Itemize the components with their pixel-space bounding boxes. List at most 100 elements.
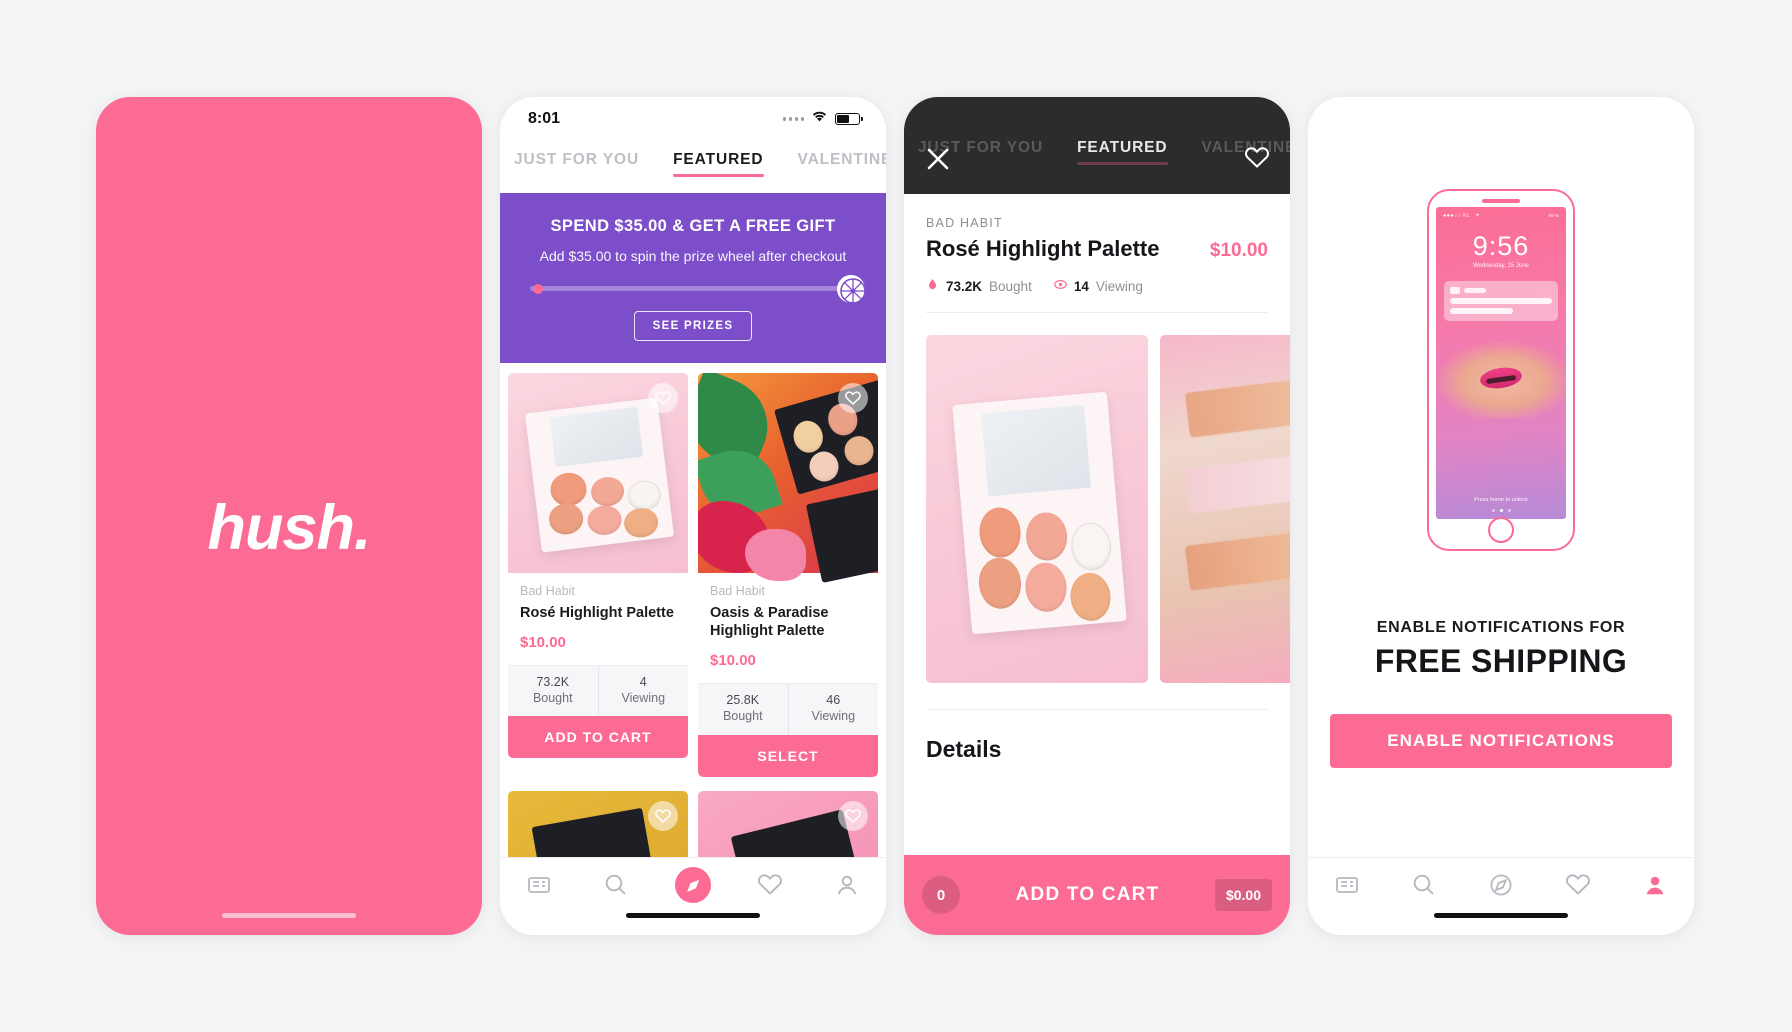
viewing-stat: 14 Viewing	[1053, 278, 1143, 294]
product-stats: 25.8K Bought 46 Viewing	[698, 683, 878, 735]
gallery-image-swatches[interactable]: p ch shin chan	[1160, 335, 1290, 683]
wifi-icon	[1474, 212, 1481, 219]
nav-item-discover[interactable]	[654, 867, 731, 903]
detail-dimmed-header: JUST FOR YOU FEATURED VALENTINE'S DAY	[904, 97, 1290, 194]
wifi-icon	[811, 110, 828, 128]
favorite-heart-icon[interactable]	[838, 383, 868, 413]
product-image-oasis-palette	[698, 373, 878, 583]
mockup-time: 9:56	[1472, 231, 1530, 261]
mockup-home-button	[1488, 517, 1514, 543]
mockup-page-dots	[1436, 509, 1566, 512]
promo-progress-bar	[530, 274, 866, 304]
add-to-cart-button[interactable]: ADD TO CART	[960, 884, 1215, 906]
bought-label: Bought	[722, 708, 763, 723]
notification-line	[1450, 308, 1514, 314]
detail-product-name: Rosé Highlight Palette	[926, 236, 1160, 261]
nav-item-search[interactable]	[1385, 872, 1462, 903]
nav-item-profile[interactable]	[809, 872, 886, 903]
product-name: Oasis & Paradise Highlight Palette	[710, 605, 829, 640]
phone-mockup-illustration: ●●●○○ KL 68 % 9:56 Wednesday, 15 June Pr…	[1308, 189, 1694, 551]
bought-stat: 73.2K Bought	[508, 666, 598, 716]
add-to-cart-bar: 0 ADD TO CART $0.00	[904, 855, 1290, 935]
viewing-count: 4	[639, 675, 647, 690]
nav-item-favorites[interactable]	[732, 872, 809, 903]
nav-item-discover[interactable]	[1462, 872, 1539, 903]
bought-count: 73.2K	[536, 675, 570, 690]
viewing-count: 46	[826, 693, 841, 708]
see-prizes-button[interactable]: SEE PRIZES	[633, 311, 753, 341]
mockup-carrier: ●●●○○ KL	[1443, 212, 1471, 219]
viewing-stat: 4 Viewing	[597, 666, 689, 717]
mockup-date: Wednesday, 15 June	[1473, 263, 1529, 269]
mockup-lockscreen: ●●●○○ KL 68 % 9:56 Wednesday, 15 June Pr…	[1436, 207, 1566, 519]
enable-notifications-panel: ●●●○○ KL 68 % 9:56 Wednesday, 15 June Pr…	[1308, 97, 1694, 935]
eye-icon	[1053, 278, 1067, 294]
battery-icon	[835, 113, 863, 125]
product-detail-panel: JUST FOR YOU FEATURED VALENTINE'S DAY BA…	[904, 97, 1290, 935]
favorite-heart-icon[interactable]	[648, 800, 678, 831]
viewing-label: Viewing	[811, 708, 856, 723]
notifications-kicker: ENABLE NOTIFICATIONS FOR	[1376, 619, 1626, 636]
cart-total: $0.00	[1214, 879, 1272, 911]
app-name-placeholder	[1464, 288, 1486, 293]
nav-item-feed[interactable]	[500, 872, 577, 903]
bottom-navigation	[500, 857, 886, 935]
select-button[interactable]: SELECT	[698, 734, 878, 777]
app-logo: hush.	[207, 493, 372, 563]
nav-item-profile[interactable]	[1617, 872, 1694, 903]
status-bar: 8:01	[500, 97, 886, 141]
product-image-rose-palette	[508, 373, 688, 573]
product-gallery[interactable]: p ch shin chan	[904, 313, 1290, 683]
gallery-image-palette[interactable]	[926, 335, 1148, 683]
app-badge-icon	[1450, 287, 1460, 294]
bought-stat: 73.2K Bought	[926, 278, 1032, 294]
notifications-headline: FREE SHIPPING	[1374, 643, 1628, 679]
details-heading: Details	[926, 736, 1002, 762]
compass-icon	[1488, 872, 1514, 903]
flame-icon	[926, 278, 939, 294]
tab-featured[interactable]: FEATURED	[673, 151, 764, 177]
mockup-speaker	[1482, 199, 1520, 203]
screenshot-stage: hush. 8:01 JUST FOR YOU FEATURED VALENTI…	[0, 0, 1792, 1032]
nav-item-favorites[interactable]	[1540, 872, 1617, 903]
prize-wheel-icon[interactable]	[837, 274, 866, 304]
home-indicator	[222, 913, 356, 918]
bought-label: Bought	[532, 690, 573, 705]
splash-screen-panel: hush.	[96, 97, 482, 935]
nav-item-search[interactable]	[577, 872, 654, 903]
heart-icon	[1565, 872, 1591, 903]
home-indicator	[1434, 913, 1568, 918]
bought-count: 25.8K	[726, 693, 760, 708]
viewing-count: 14	[1073, 278, 1089, 294]
search-icon	[603, 872, 629, 903]
favorite-heart-icon[interactable]	[648, 383, 678, 413]
product-card[interactable]: Bad Habit Rosé Highlight Palette $10.00 …	[508, 373, 688, 777]
promo-subtitle: Add $35.00 to spin the prize wheel after…	[539, 248, 847, 264]
signal-dots-icon	[782, 117, 804, 121]
news-feed-icon	[526, 872, 552, 903]
detail-brand: BAD HABIT	[926, 216, 1003, 230]
favorite-heart-icon[interactable]	[838, 800, 868, 831]
viewing-label: Viewing	[621, 690, 666, 705]
product-brand: Bad Habit	[520, 584, 575, 598]
home-indicator	[626, 913, 760, 918]
progress-knob	[533, 283, 543, 294]
product-card[interactable]: Bad Habit Oasis & Paradise Highlight Pal…	[698, 373, 878, 777]
tab-featured[interactable]: FEATURED	[1077, 139, 1168, 165]
category-tabs: JUST FOR YOU FEATURED VALENTINE'S DAY	[500, 141, 886, 193]
mockup-battery-text: 68 %	[1548, 213, 1559, 218]
favorite-heart-icon[interactable]	[1244, 145, 1270, 176]
tab-just-for-you[interactable]: JUST FOR YOU	[514, 151, 639, 177]
product-grid-row-1: Bad Habit Rosé Highlight Palette $10.00 …	[500, 363, 886, 777]
product-stats: 73.2K Bought 4 Viewing	[508, 665, 689, 717]
nav-item-feed[interactable]	[1308, 872, 1385, 903]
tab-valentines-day[interactable]: VALENTINE'S DAY	[798, 151, 887, 177]
cart-quantity-badge[interactable]: 0	[922, 876, 960, 914]
bought-stat: 25.8K Bought	[698, 684, 788, 734]
enable-notifications-button[interactable]: ENABLE NOTIFICATIONS	[1330, 714, 1672, 768]
mockup-status-bar: ●●●○○ KL 68 %	[1436, 207, 1566, 219]
news-feed-icon	[1334, 872, 1360, 903]
mockup-unlock-hint: Press home to unlock	[1474, 497, 1528, 503]
add-to-cart-button[interactable]: ADD TO CART	[508, 716, 688, 759]
close-icon[interactable]	[924, 145, 952, 173]
